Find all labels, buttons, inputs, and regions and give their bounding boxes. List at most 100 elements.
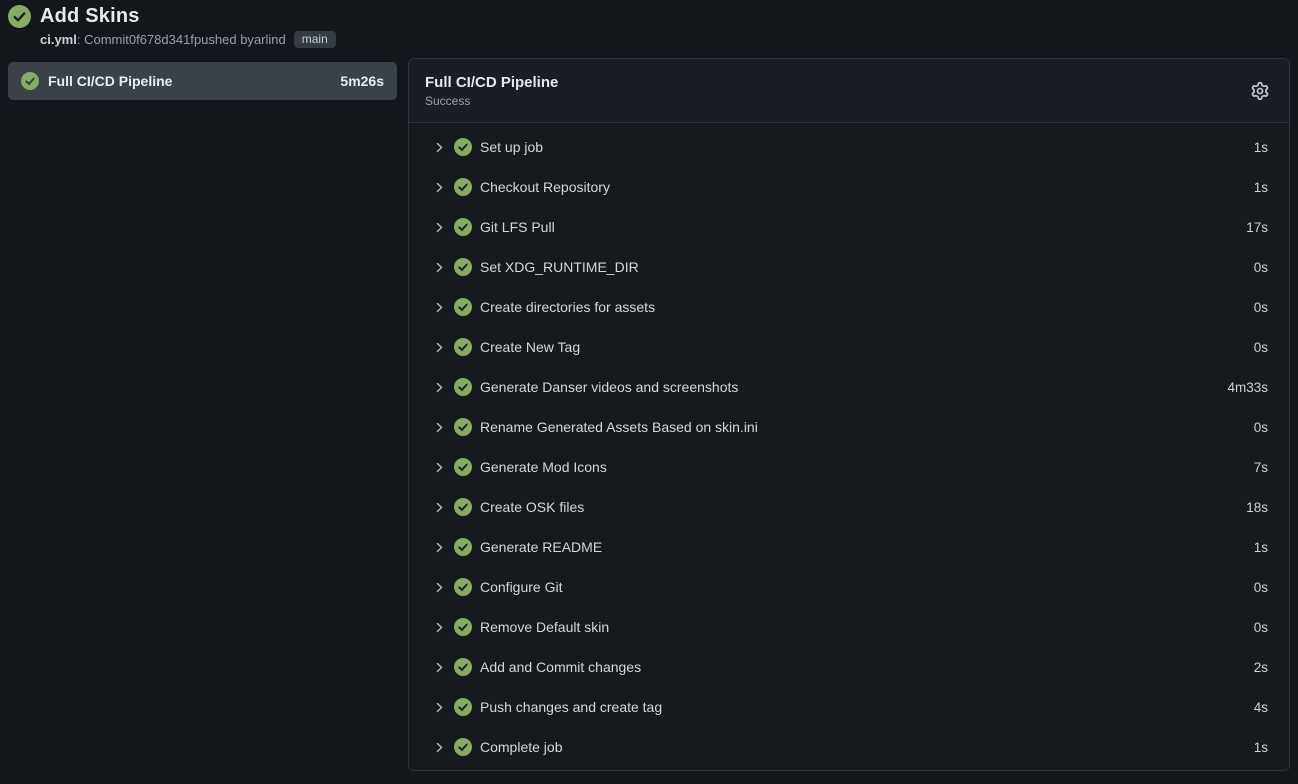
step-row[interactable]: Configure Git 0s [409, 567, 1289, 607]
steps-list: Set up job 1s Checkout Repository 1s [409, 123, 1289, 771]
step-name: Set XDG_RUNTIME_DIR [480, 259, 639, 275]
sidebar-job-full-ci-cd-pipeline[interactable]: Full CI/CD Pipeline 5m26s [8, 62, 397, 100]
chevron-right-icon[interactable] [433, 461, 446, 474]
chevron-right-icon[interactable] [433, 661, 446, 674]
chevron-right-icon[interactable] [433, 141, 446, 154]
step-name: Add and Commit changes [480, 659, 641, 675]
step-duration: 0s [1254, 300, 1268, 315]
chevron-right-icon[interactable] [433, 741, 446, 754]
job-name: Full CI/CD Pipeline [48, 73, 172, 89]
chevron-right-icon[interactable] [433, 581, 446, 594]
run-header: Add Skins ci.yml: Commit 0f678d341f push… [8, 5, 336, 48]
step-name: Create directories for assets [480, 299, 655, 315]
chevron-right-icon[interactable] [433, 381, 446, 394]
chevron-right-icon[interactable] [433, 421, 446, 434]
step-duration: 0s [1254, 260, 1268, 275]
step-row[interactable]: Create New Tag 0s [409, 327, 1289, 367]
step-name: Rename Generated Assets Based on skin.in… [480, 419, 758, 435]
step-row[interactable]: Push changes and create tag 4s [409, 687, 1289, 727]
step-duration: 1s [1254, 540, 1268, 555]
run-title: Add Skins [40, 5, 140, 28]
run-subtitle: ci.yml: Commit 0f678d341f pushed by arli… [40, 31, 336, 48]
step-name: Generate Danser videos and screenshots [480, 379, 738, 395]
run-title-row: Add Skins [8, 5, 336, 28]
chevron-right-icon[interactable] [433, 181, 446, 194]
chevron-right-icon[interactable] [433, 541, 446, 554]
step-status-success-icon [454, 338, 472, 356]
step-status-success-icon [454, 298, 472, 316]
step-duration: 0s [1254, 580, 1268, 595]
step-row[interactable]: Complete job 1s [409, 727, 1289, 767]
step-status-success-icon [454, 138, 472, 156]
job-panel-titles: Full CI/CD Pipeline Success [425, 74, 558, 108]
step-status-success-icon [454, 178, 472, 196]
step-row[interactable]: Git LFS Pull 17s [409, 207, 1289, 247]
job-panel-title: Full CI/CD Pipeline [425, 74, 558, 91]
step-name: Create OSK files [480, 499, 584, 515]
step-duration: 4m33s [1227, 380, 1268, 395]
step-duration: 18s [1246, 500, 1268, 515]
step-name: Create New Tag [480, 339, 580, 355]
step-status-success-icon [454, 218, 472, 236]
job-panel-header: Full CI/CD Pipeline Success [409, 59, 1289, 123]
step-status-success-icon [454, 538, 472, 556]
step-status-success-icon [454, 498, 472, 516]
step-status-success-icon [454, 738, 472, 756]
step-status-success-icon [454, 578, 472, 596]
step-duration: 17s [1246, 220, 1268, 235]
job-detail-panel: Full CI/CD Pipeline Success [408, 58, 1290, 771]
step-name: Checkout Repository [480, 179, 610, 195]
step-row[interactable]: Create OSK files 18s [409, 487, 1289, 527]
step-status-success-icon [454, 458, 472, 476]
commit-actor-link[interactable]: arlind [254, 32, 286, 47]
step-name: Configure Git [480, 579, 562, 595]
chevron-right-icon[interactable] [433, 261, 446, 274]
workflow-file-link[interactable]: ci.yml [40, 32, 77, 47]
step-duration: 0s [1254, 420, 1268, 435]
run-status-success-icon [8, 5, 31, 28]
step-row[interactable]: Generate Danser videos and screenshots 4… [409, 367, 1289, 407]
job-duration: 5m26s [340, 73, 384, 89]
commit-middle-text: pushed by [194, 32, 254, 47]
step-row[interactable]: Generate Mod Icons 7s [409, 447, 1289, 487]
step-name: Generate Mod Icons [480, 459, 607, 475]
commit-sha-link[interactable]: 0f678d341f [129, 32, 194, 47]
step-row[interactable]: Rename Generated Assets Based on skin.in… [409, 407, 1289, 447]
step-duration: 0s [1254, 620, 1268, 635]
step-row[interactable]: Set up job 1s [409, 127, 1289, 167]
step-name: Set up job [480, 139, 543, 155]
step-name: Generate README [480, 539, 602, 555]
step-status-success-icon [454, 378, 472, 396]
chevron-right-icon[interactable] [433, 221, 446, 234]
chevron-right-icon[interactable] [433, 501, 446, 514]
chevron-right-icon[interactable] [433, 301, 446, 314]
step-duration: 1s [1254, 740, 1268, 755]
chevron-right-icon[interactable] [433, 341, 446, 354]
step-duration: 1s [1254, 140, 1268, 155]
step-status-success-icon [454, 618, 472, 636]
step-duration: 4s [1254, 700, 1268, 715]
step-row[interactable]: Add and Commit changes 2s [409, 647, 1289, 687]
jobs-sidebar: Full CI/CD Pipeline 5m26s [8, 62, 397, 100]
step-row[interactable]: Remove Default skin 0s [409, 607, 1289, 647]
step-row[interactable]: Set XDG_RUNTIME_DIR 0s [409, 247, 1289, 287]
step-row[interactable]: Checkout Repository 1s [409, 167, 1289, 207]
step-row[interactable]: Create directories for assets 0s [409, 287, 1289, 327]
step-name: Complete job [480, 739, 563, 755]
step-duration: 1s [1254, 180, 1268, 195]
job-status-success-icon [21, 72, 39, 90]
step-name: Push changes and create tag [480, 699, 662, 715]
step-status-success-icon [454, 418, 472, 436]
step-row[interactable]: Generate README 1s [409, 527, 1289, 567]
gear-icon[interactable] [1247, 78, 1273, 104]
step-status-success-icon [454, 698, 472, 716]
job-panel-status: Success [425, 94, 558, 108]
commit-prefix-text: : Commit [77, 32, 129, 47]
chevron-right-icon[interactable] [433, 701, 446, 714]
branch-badge[interactable]: main [294, 31, 336, 48]
step-status-success-icon [454, 258, 472, 276]
step-duration: 0s [1254, 340, 1268, 355]
step-status-success-icon [454, 658, 472, 676]
chevron-right-icon[interactable] [433, 621, 446, 634]
step-name: Git LFS Pull [480, 219, 555, 235]
